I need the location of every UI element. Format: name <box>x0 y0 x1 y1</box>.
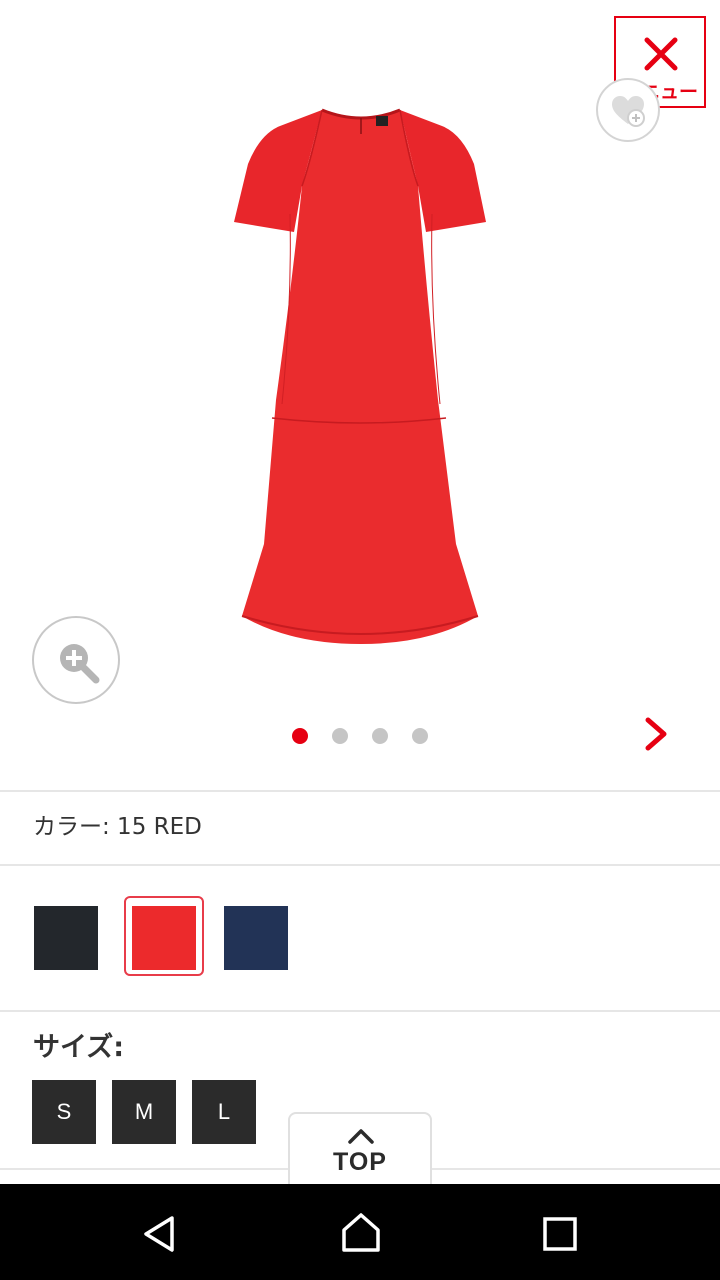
divider <box>0 1010 720 1012</box>
color-swatch-red[interactable] <box>132 906 196 970</box>
system-nav-bar <box>0 1184 720 1280</box>
pagination-dot[interactable] <box>332 728 348 744</box>
color-swatch-black[interactable] <box>34 906 98 970</box>
divider <box>0 790 720 792</box>
chevron-right-icon[interactable] <box>640 716 672 752</box>
size-button-m[interactable]: M <box>112 1080 176 1144</box>
size-button-l[interactable]: L <box>192 1080 256 1144</box>
size-button-s[interactable]: S <box>32 1080 96 1144</box>
top-label: TOP <box>333 1148 387 1176</box>
size-title: サイズ: <box>33 1032 124 1063</box>
chevron-up-icon <box>348 1129 374 1144</box>
color-swatch-navy[interactable] <box>224 906 288 970</box>
back-to-top-button[interactable]: TOP <box>288 1112 432 1192</box>
favorite-button[interactable] <box>596 78 660 142</box>
divider <box>0 864 720 866</box>
back-icon[interactable] <box>140 1214 180 1254</box>
home-icon[interactable] <box>340 1212 382 1254</box>
product-image[interactable] <box>230 104 492 649</box>
heart-plus-icon <box>612 96 645 127</box>
zoom-in-icon <box>60 644 100 684</box>
pagination-dot[interactable] <box>372 728 388 744</box>
close-x-icon <box>644 37 678 71</box>
pagination-dot[interactable] <box>412 728 428 744</box>
zoom-button[interactable] <box>32 616 120 704</box>
pagination-dot[interactable] <box>292 728 308 744</box>
recents-icon[interactable] <box>542 1216 578 1252</box>
color-label: カラー: 15 RED <box>33 814 202 840</box>
